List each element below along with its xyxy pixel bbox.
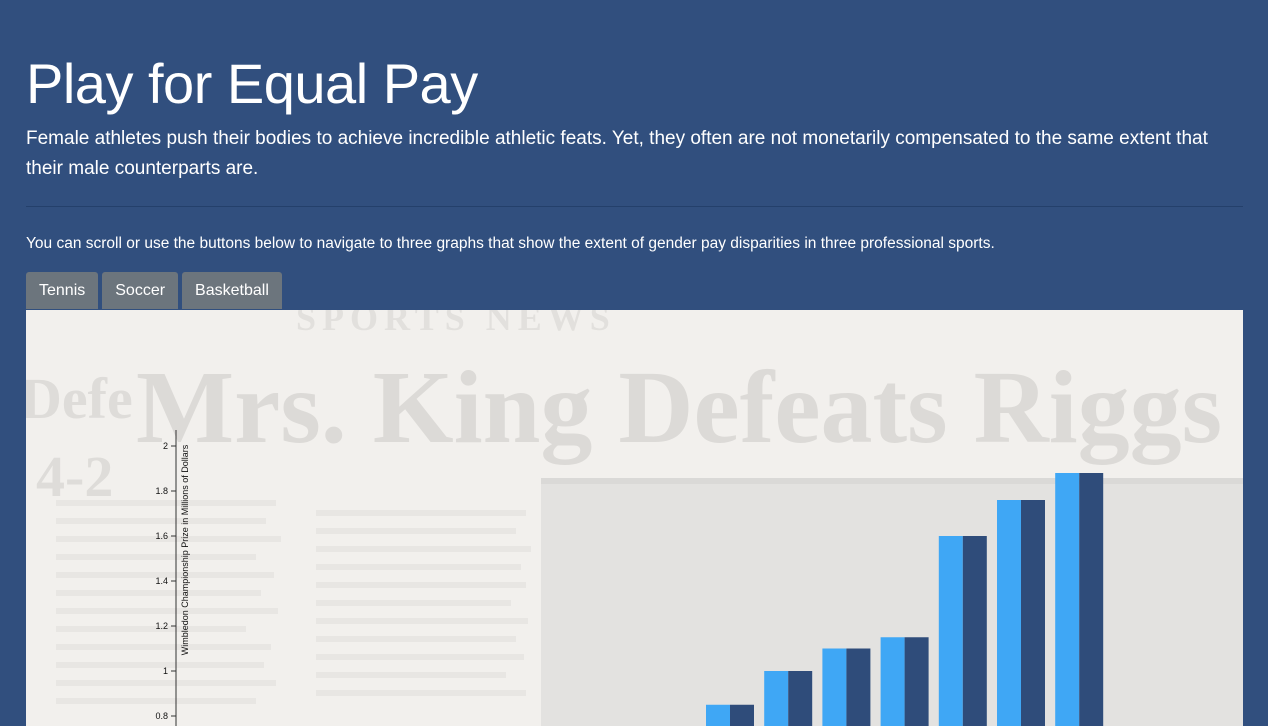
y-tick-label: 2: [163, 441, 168, 451]
y-tick-label: 1.8: [155, 486, 168, 496]
page-title: Play for Equal Pay: [26, 52, 478, 115]
bar-series-1[interactable]: [880, 637, 905, 726]
bar-series-2[interactable]: [1079, 473, 1104, 726]
y-axis-label: Wimbledon Championship Prize in Millions…: [180, 444, 190, 655]
basketball-button[interactable]: Basketball: [182, 272, 282, 309]
lead-paragraph: Female athletes push their bodies to ach…: [26, 128, 1208, 179]
y-tick-label: 1.6: [155, 531, 168, 541]
newspaper-side-text: Defe: [26, 366, 133, 431]
bar-series-2[interactable]: [788, 671, 813, 726]
bar-series-2[interactable]: [962, 536, 987, 726]
page: Play for Equal Pay Female athletes push …: [0, 0, 1268, 726]
bar-series-1[interactable]: [706, 704, 730, 726]
navigation-instructions: You can scroll or use the buttons below …: [26, 235, 995, 252]
y-tick-label: 0.8: [155, 711, 168, 721]
y-tick-label: 1: [163, 666, 168, 676]
soccer-button[interactable]: Soccer: [102, 272, 179, 309]
newspaper-score-text: 4-2: [36, 444, 113, 509]
bar-series-2[interactable]: [904, 637, 929, 726]
y-tick-label: 1.2: [155, 621, 168, 631]
chart-svg: SPORTS NEWS Defe 4-2 Mrs. King Defeats R…: [26, 310, 1243, 726]
bar-series-2[interactable]: [846, 648, 871, 726]
divider: [26, 206, 1243, 207]
newspaper-section-text: SPORTS NEWS: [296, 310, 616, 338]
tennis-button[interactable]: Tennis: [26, 272, 99, 309]
bar-series-1[interactable]: [822, 648, 847, 726]
bar-series-1[interactable]: [1055, 473, 1080, 726]
bar-series-1[interactable]: [938, 536, 963, 726]
bar-series-2[interactable]: [1021, 500, 1045, 726]
y-tick-label: 1.4: [155, 576, 168, 586]
sport-button-group: Tennis Soccer Basketball: [26, 272, 282, 309]
bar-series-1[interactable]: [997, 500, 1021, 726]
newspaper-headline: Mrs. King Defeats Riggs: [136, 350, 1222, 465]
bar-series-1[interactable]: [764, 671, 789, 726]
bar-series-2[interactable]: [730, 704, 754, 726]
tennis-chart-panel: SPORTS NEWS Defe 4-2 Mrs. King Defeats R…: [26, 310, 1243, 726]
